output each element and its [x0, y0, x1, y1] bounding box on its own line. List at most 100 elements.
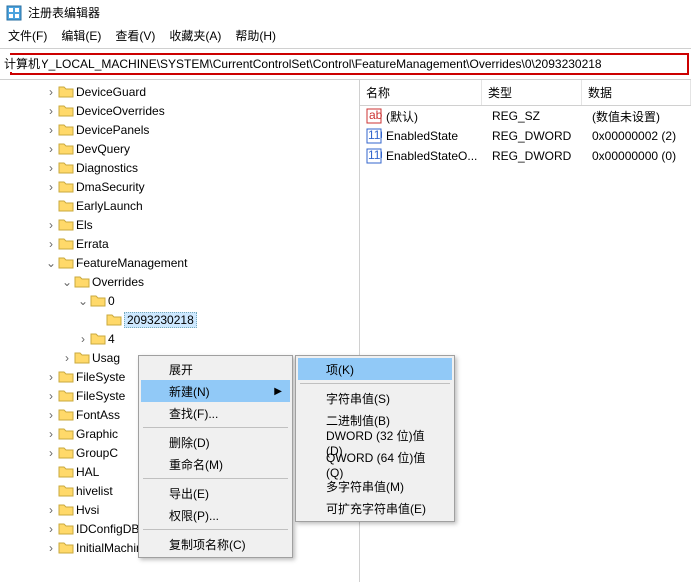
ctx-copy-key-name[interactable]: 复制项名称(C): [141, 533, 290, 555]
value-row-default[interactable]: ab (默认) REG_SZ (数值未设置): [360, 106, 691, 126]
folder-icon: [58, 160, 74, 176]
titlebar: 注册表编辑器: [0, 0, 691, 25]
chevron-right-icon[interactable]: ›: [44, 162, 58, 174]
col-data[interactable]: 数据: [582, 80, 691, 105]
chevron-right-icon[interactable]: ›: [44, 105, 58, 117]
folder-icon: [58, 521, 74, 537]
chevron-down-icon[interactable]: ⌄: [60, 276, 74, 288]
folder-icon: [58, 217, 74, 233]
menu-favorites[interactable]: 收藏夹(A): [169, 27, 221, 44]
tree-node-2093230218[interactable]: 2093230218: [0, 310, 359, 329]
svg-text:110: 110: [368, 128, 382, 142]
ctx-new-string[interactable]: 字符串值(S): [298, 387, 452, 409]
folder-icon: [106, 312, 122, 328]
tree-node-0[interactable]: ⌄0: [0, 291, 359, 310]
chevron-down-icon[interactable]: ⌄: [76, 295, 90, 307]
ctx-new-key[interactable]: 项(K): [298, 358, 452, 380]
ctx-new-multistring[interactable]: 多字符串值(M): [298, 475, 452, 497]
chevron-right-icon[interactable]: ›: [44, 238, 58, 250]
submenu-arrow-icon: ▶: [274, 386, 282, 397]
address-input[interactable]: [10, 53, 689, 75]
tree-node-dmasecurity[interactable]: ›DmaSecurity: [0, 177, 359, 196]
folder-icon: [58, 198, 74, 214]
folder-icon: [58, 179, 74, 195]
tree-node-overrides[interactable]: ⌄Overrides: [0, 272, 359, 291]
folder-icon: [58, 255, 74, 271]
folder-icon: [58, 369, 74, 385]
chevron-right-icon[interactable]: ›: [44, 181, 58, 193]
svg-text:ab: ab: [369, 108, 382, 122]
ctx-expand[interactable]: 展开: [141, 358, 290, 380]
address-label: 计算机: [2, 55, 42, 72]
tree-node-deviceoverrides[interactable]: ›DeviceOverrides: [0, 101, 359, 120]
folder-icon: [58, 122, 74, 138]
separator: [143, 478, 288, 479]
folder-icon: [58, 388, 74, 404]
folder-icon: [58, 483, 74, 499]
chevron-right-icon[interactable]: ›: [44, 409, 58, 421]
separator: [300, 383, 450, 384]
chevron-right-icon[interactable]: ›: [60, 352, 74, 364]
col-name[interactable]: 名称: [360, 80, 482, 105]
chevron-right-icon[interactable]: ›: [44, 523, 58, 535]
ctx-new[interactable]: 新建(N)▶: [141, 380, 290, 402]
folder-icon: [74, 350, 90, 366]
ctx-export[interactable]: 导出(E): [141, 482, 290, 504]
chevron-right-icon[interactable]: ›: [44, 447, 58, 459]
folder-icon: [58, 426, 74, 442]
ctx-delete[interactable]: 删除(D): [141, 431, 290, 453]
chevron-down-icon[interactable]: ⌄: [44, 257, 58, 269]
tree-node-earlylaunch[interactable]: EarlyLaunch: [0, 196, 359, 215]
chevron-right-icon[interactable]: ›: [44, 124, 58, 136]
folder-icon: [58, 540, 74, 556]
chevron-right-icon[interactable]: ›: [44, 504, 58, 516]
ctx-permissions[interactable]: 权限(P)...: [141, 504, 290, 526]
value-row-enabledstate[interactable]: 110 EnabledState REG_DWORD 0x00000002 (2…: [360, 126, 691, 146]
menu-help[interactable]: 帮助(H): [235, 27, 276, 44]
menu-view[interactable]: 查看(V): [115, 27, 155, 44]
chevron-right-icon[interactable]: ›: [44, 143, 58, 155]
ctx-rename[interactable]: 重命名(M): [141, 453, 290, 475]
col-type[interactable]: 类型: [482, 80, 582, 105]
tree-node-errata[interactable]: ›Errata: [0, 234, 359, 253]
svg-text:110: 110: [368, 148, 382, 162]
context-menu: 展开 新建(N)▶ 查找(F)... 删除(D) 重命名(M) 导出(E) 权限…: [138, 355, 293, 558]
chevron-right-icon[interactable]: ›: [44, 371, 58, 383]
tree-node-featuremanagement[interactable]: ⌄FeatureManagement: [0, 253, 359, 272]
column-headers[interactable]: 名称 类型 数据: [360, 80, 691, 106]
folder-icon: [90, 293, 106, 309]
folder-icon: [58, 141, 74, 157]
menu-edit[interactable]: 编辑(E): [61, 27, 101, 44]
folder-icon: [74, 274, 90, 290]
ctx-new-qword[interactable]: QWORD (64 位)值(Q): [298, 453, 452, 475]
menubar: 文件(F) 编辑(E) 查看(V) 收藏夹(A) 帮助(H): [0, 25, 691, 49]
tree-node-devicepanels[interactable]: ›DevicePanels: [0, 120, 359, 139]
chevron-right-icon[interactable]: ›: [44, 542, 58, 554]
reg-dword-icon: 110: [366, 128, 382, 144]
folder-icon: [58, 103, 74, 119]
regedit-icon: [6, 5, 22, 21]
context-submenu-new: 项(K) 字符串值(S) 二进制值(B) DWORD (32 位)值(D) QW…: [295, 355, 455, 522]
reg-sz-icon: ab: [366, 108, 382, 124]
chevron-right-icon[interactable]: ›: [44, 390, 58, 402]
chevron-right-icon[interactable]: ›: [44, 219, 58, 231]
tree-node-els[interactable]: ›Els: [0, 215, 359, 234]
tree-node-4[interactable]: ›4: [0, 329, 359, 348]
chevron-right-icon[interactable]: ›: [44, 428, 58, 440]
ctx-find[interactable]: 查找(F)...: [141, 402, 290, 424]
chevron-right-icon[interactable]: ›: [44, 86, 58, 98]
tree-node-deviceguard[interactable]: ›DeviceGuard: [0, 82, 359, 101]
window-title: 注册表编辑器: [28, 4, 100, 21]
folder-icon: [58, 502, 74, 518]
separator: [143, 427, 288, 428]
tree-node-devquery[interactable]: ›DevQuery: [0, 139, 359, 158]
folder-icon: [58, 407, 74, 423]
chevron-right-icon[interactable]: ›: [76, 333, 90, 345]
value-row-enabledstateoptions[interactable]: 110 EnabledStateO... REG_DWORD 0x0000000…: [360, 146, 691, 166]
separator: [143, 529, 288, 530]
menu-file[interactable]: 文件(F): [8, 27, 47, 44]
tree-node-diagnostics[interactable]: ›Diagnostics: [0, 158, 359, 177]
reg-dword-icon: 110: [366, 148, 382, 164]
ctx-new-expandstring[interactable]: 可扩充字符串值(E): [298, 497, 452, 519]
folder-icon: [58, 84, 74, 100]
